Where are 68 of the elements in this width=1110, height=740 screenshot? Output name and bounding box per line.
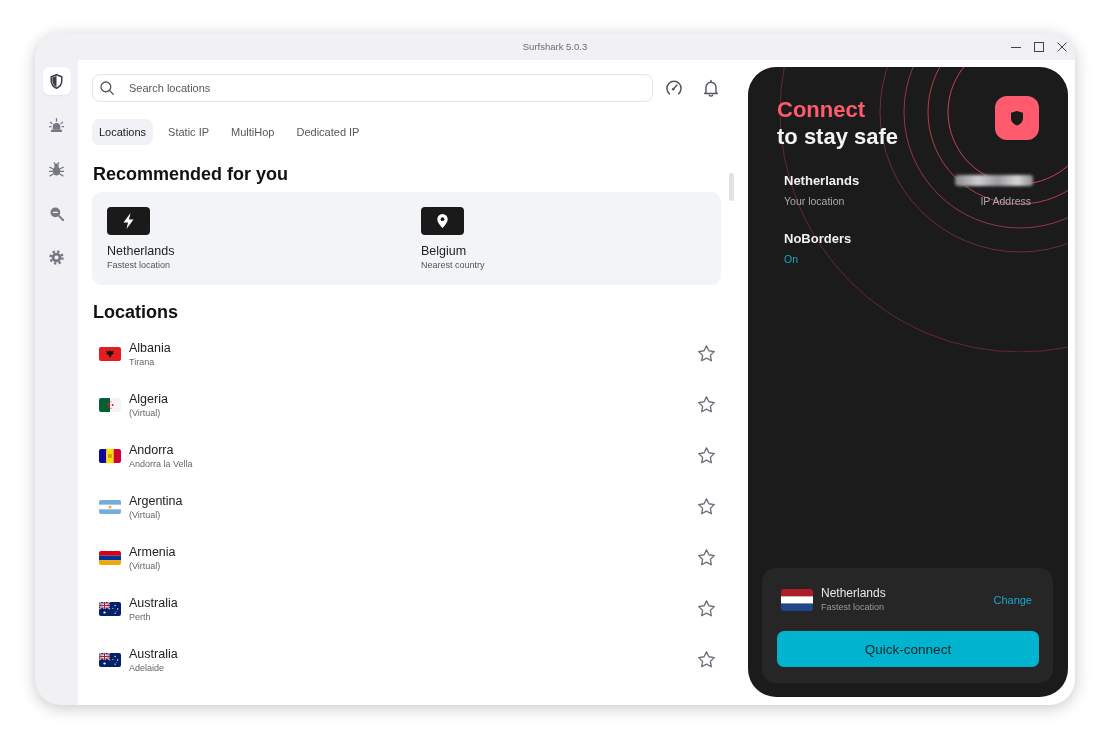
location-name[interactable]: Netherlands	[107, 243, 421, 259]
flag-icon	[99, 550, 121, 565]
section-heading: Recommended for you	[93, 163, 290, 185]
tab[interactable]: Dedicated IP	[289, 119, 367, 145]
location-name[interactable]: Andorra	[129, 441, 698, 458]
tab[interactable]: Locations	[92, 119, 154, 145]
flag-icon	[99, 346, 121, 361]
location-name[interactable]: Armenia	[129, 543, 698, 560]
location-name[interactable]: Argentina	[129, 492, 698, 509]
location-name[interactable]: Australia	[129, 645, 698, 662]
quick-connect-button[interactable]: Quick-connect	[777, 631, 1039, 667]
lightning-icon	[107, 207, 150, 235]
location-detail: Fastest location	[107, 259, 172, 271]
search-field[interactable]: Search locations	[92, 74, 653, 102]
speed-gauge-button[interactable]	[664, 78, 684, 98]
location-detail: Fastest location	[821, 601, 886, 613]
section-heading: Locations	[93, 301, 179, 323]
settings-icon	[49, 249, 64, 265]
location-detail: Andorra la Vella	[129, 457, 194, 470]
star-icon[interactable]	[698, 345, 715, 362]
star-icon[interactable]	[698, 498, 715, 515]
feature-status: On	[784, 252, 799, 266]
search-icon	[49, 205, 64, 221]
flag-icon	[99, 448, 121, 463]
scrollbar-thumb[interactable]	[729, 173, 734, 201]
flag-icon	[781, 588, 813, 611]
star-icon[interactable]	[698, 651, 715, 668]
notifications-button[interactable]	[701, 78, 721, 98]
location-detail: (Virtual)	[129, 559, 162, 572]
window-title: Surfshark 5.0.3	[522, 41, 588, 52]
siren-icon	[49, 117, 64, 133]
speed-gauge-icon	[664, 78, 684, 98]
star-icon[interactable]	[698, 600, 715, 617]
flag-icon	[99, 601, 121, 616]
star-icon[interactable]	[698, 396, 715, 413]
change-link[interactable]: Change	[993, 593, 1032, 606]
location-label: Your location	[784, 194, 846, 208]
flag-icon	[99, 397, 121, 412]
location-name: Netherlands	[821, 586, 887, 601]
location-name: Netherlands	[784, 172, 860, 189]
location-detail: (Virtual)	[129, 406, 162, 419]
tab[interactable]: MultiHop	[224, 119, 282, 145]
location-detail: Tirana	[129, 355, 156, 368]
bell-icon	[701, 78, 721, 98]
shield-logo-icon	[995, 96, 1039, 140]
search-icon	[98, 79, 116, 97]
headline-accent: Connect	[777, 96, 866, 123]
location-detail: Perth	[129, 610, 152, 623]
location-name[interactable]: Albania	[129, 339, 698, 356]
close-icon[interactable]	[1057, 41, 1067, 52]
location-name[interactable]: Belgium	[421, 243, 706, 259]
feature-name: NoBorders	[784, 230, 852, 247]
bug-icon	[49, 161, 64, 177]
location-name[interactable]: Australia	[129, 594, 698, 611]
location-name[interactable]: Algeria	[129, 390, 698, 407]
star-icon[interactable]	[698, 549, 715, 566]
maximize-icon[interactable]	[1034, 41, 1044, 52]
sidebar-button[interactable]	[42, 67, 71, 95]
location-detail: Adelaide	[129, 661, 166, 674]
location-detail: (Virtual)	[129, 508, 162, 521]
location-detail: Nearest country	[421, 259, 486, 271]
flag-icon	[99, 652, 121, 667]
shield-icon	[49, 73, 64, 89]
star-icon[interactable]	[698, 447, 715, 464]
tab[interactable]: Static IP	[161, 119, 217, 145]
flag-icon	[99, 499, 121, 514]
location-pin-icon	[421, 207, 464, 235]
headline: to stay safe	[777, 123, 899, 150]
